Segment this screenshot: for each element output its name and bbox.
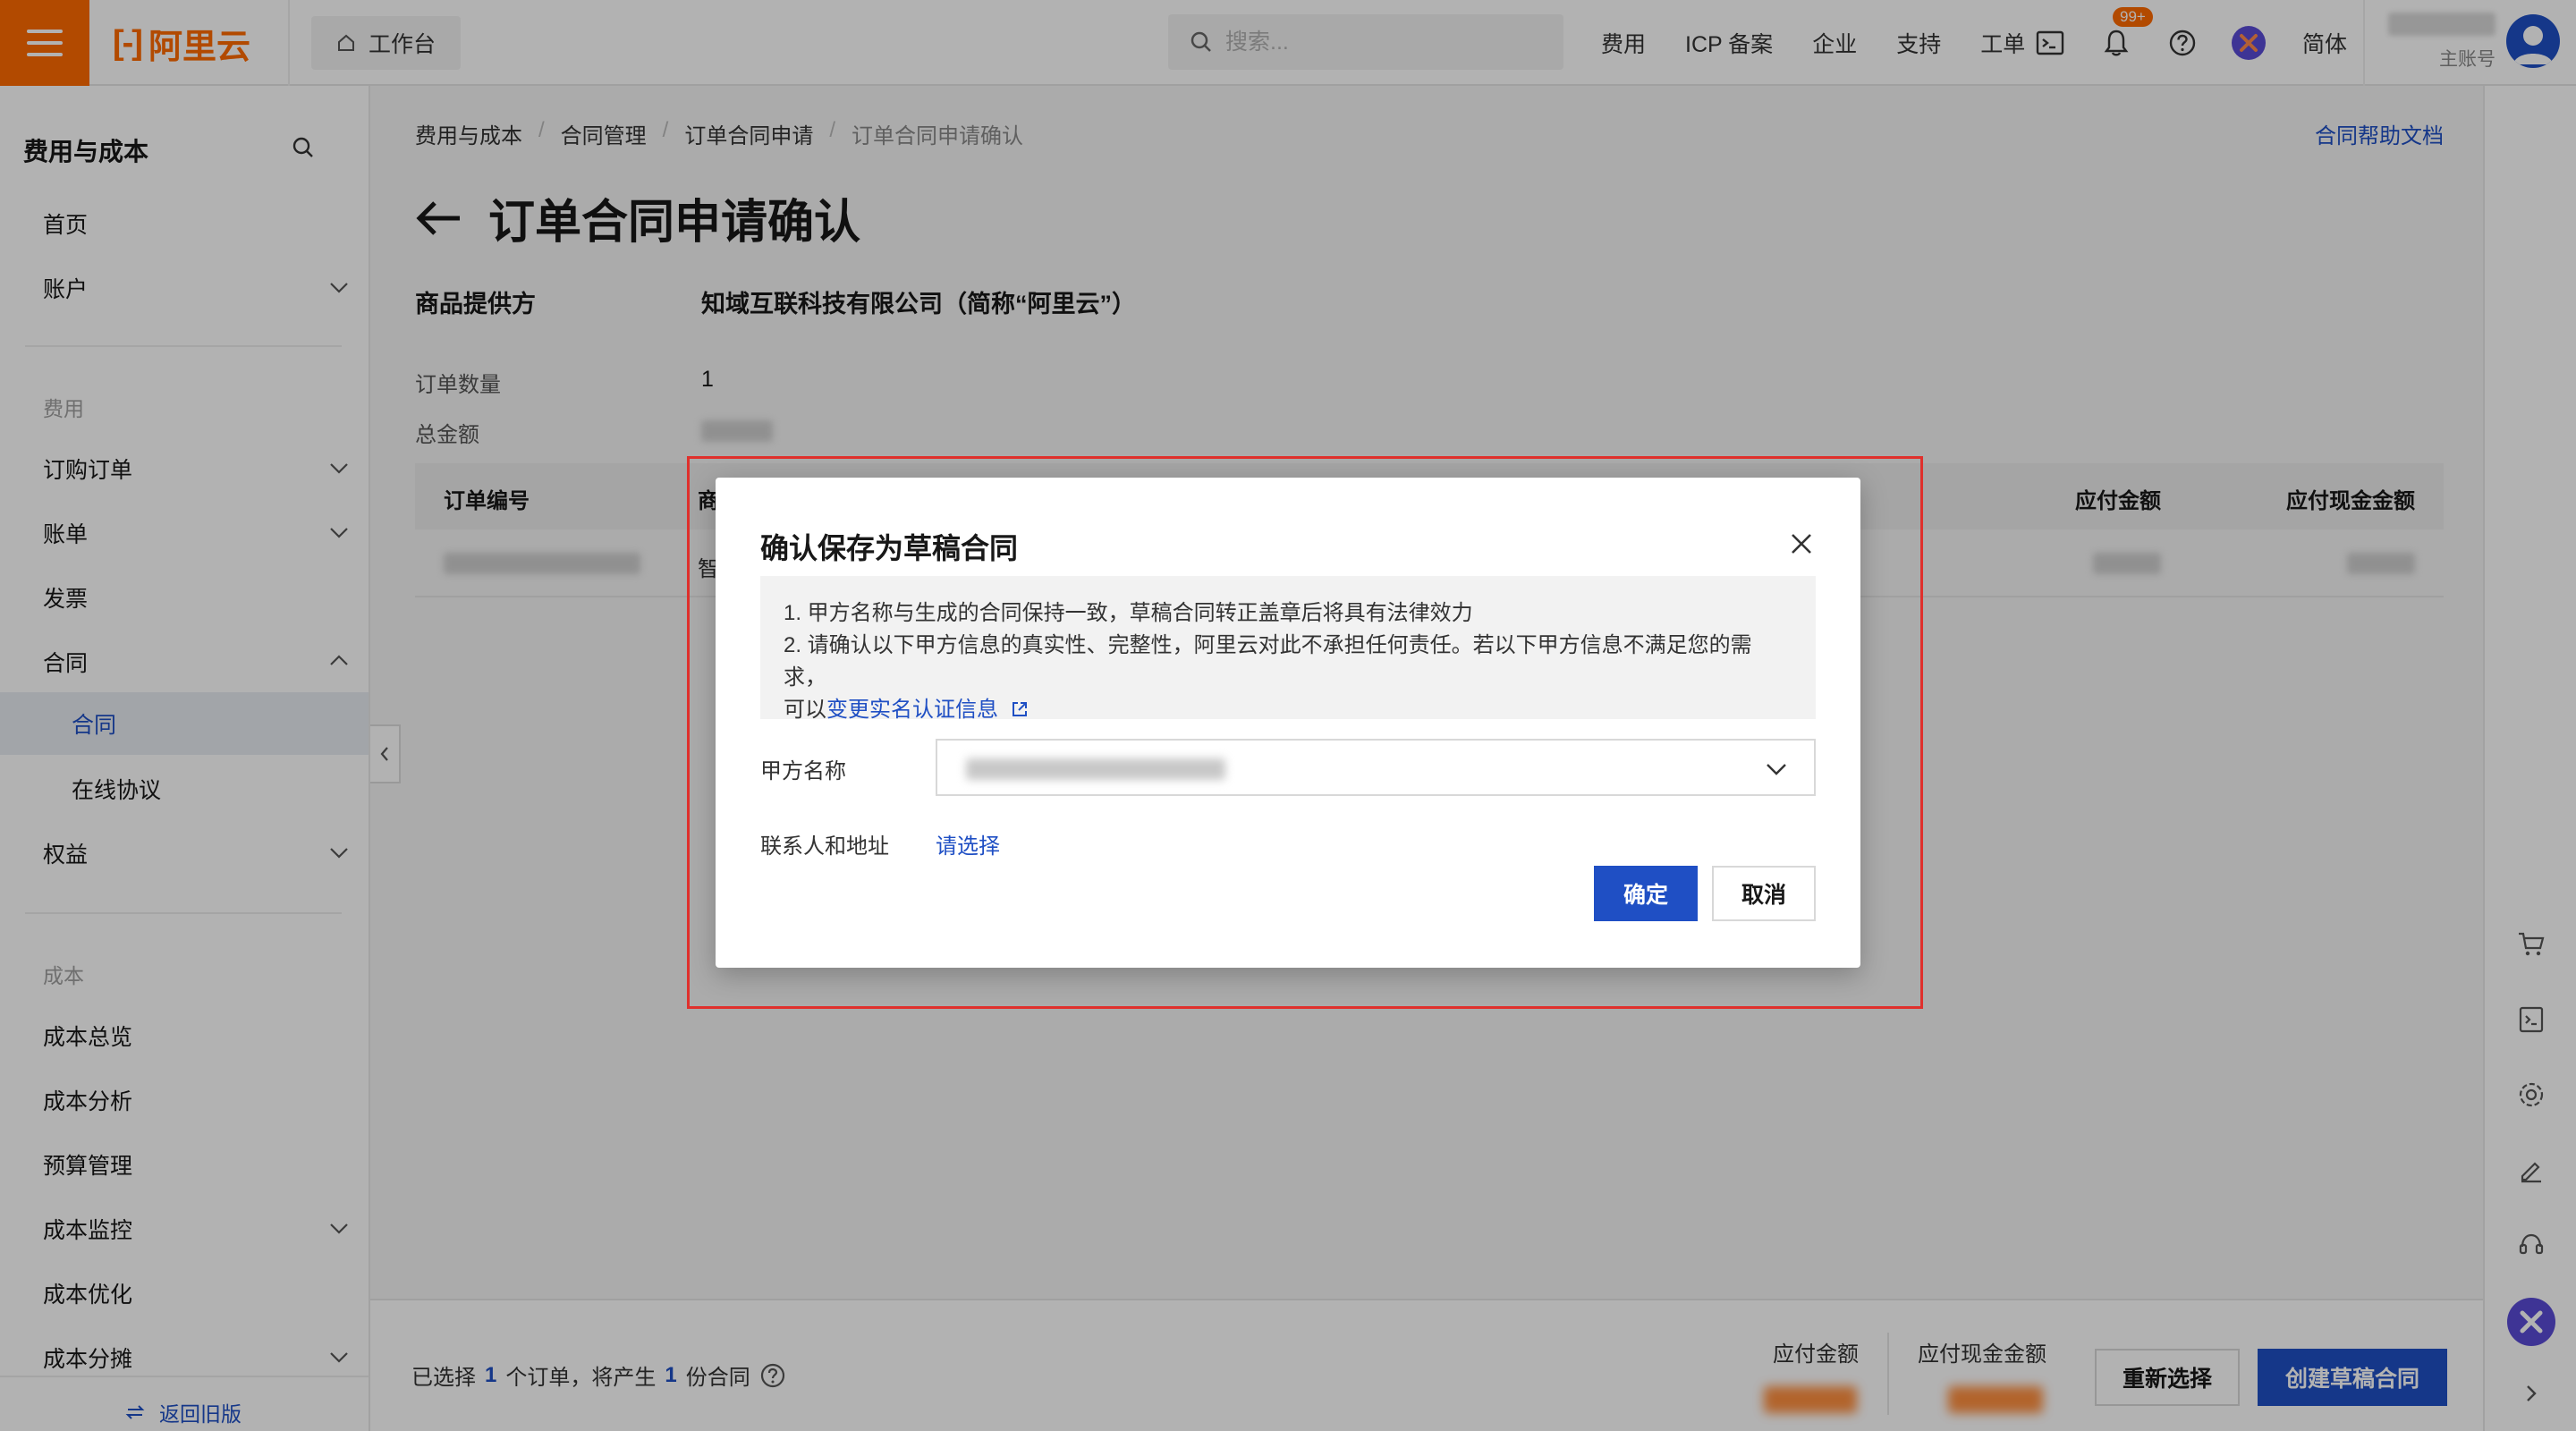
dialog-title: 确认保存为草稿合同 [760,532,1019,564]
contact-address-label: 联系人和地址 [760,834,889,859]
notice-line: 1. 甲方名称与生成的合同保持一致，草稿合同转正盖章后将具有法律效力 [784,601,1473,625]
notice-line: 可以变更实名认证信息 [784,694,1792,726]
chevron-down-icon [1767,764,1786,775]
cancel-button[interactable]: 取消 [1712,866,1816,921]
confirm-draft-contract-dialog: 确认保存为草稿合同 1. 甲方名称与生成的合同保持一致，草稿合同转正盖章后将具有… [716,478,1860,968]
party-a-label: 甲方名称 [760,759,846,783]
party-a-select[interactable] [936,739,1816,796]
notice-text: 可以 [784,698,826,722]
confirm-button[interactable]: 确定 [1594,866,1698,921]
choose-contact-link[interactable]: 请选择 [936,828,1000,859]
notice-line: 2. 请确认以下甲方信息的真实性、完整性，阿里云对此不承担任何责任。若以下甲方信… [784,633,1752,690]
external-link-icon [1012,702,1027,716]
close-icon[interactable] [1785,528,1818,560]
party-a-value-blurred [966,758,1225,780]
notice-box: 1. 甲方名称与生成的合同保持一致，草稿合同转正盖章后将具有法律效力 2. 请确… [760,576,1816,722]
change-verification-link[interactable]: 变更实名认证信息 [826,698,998,722]
